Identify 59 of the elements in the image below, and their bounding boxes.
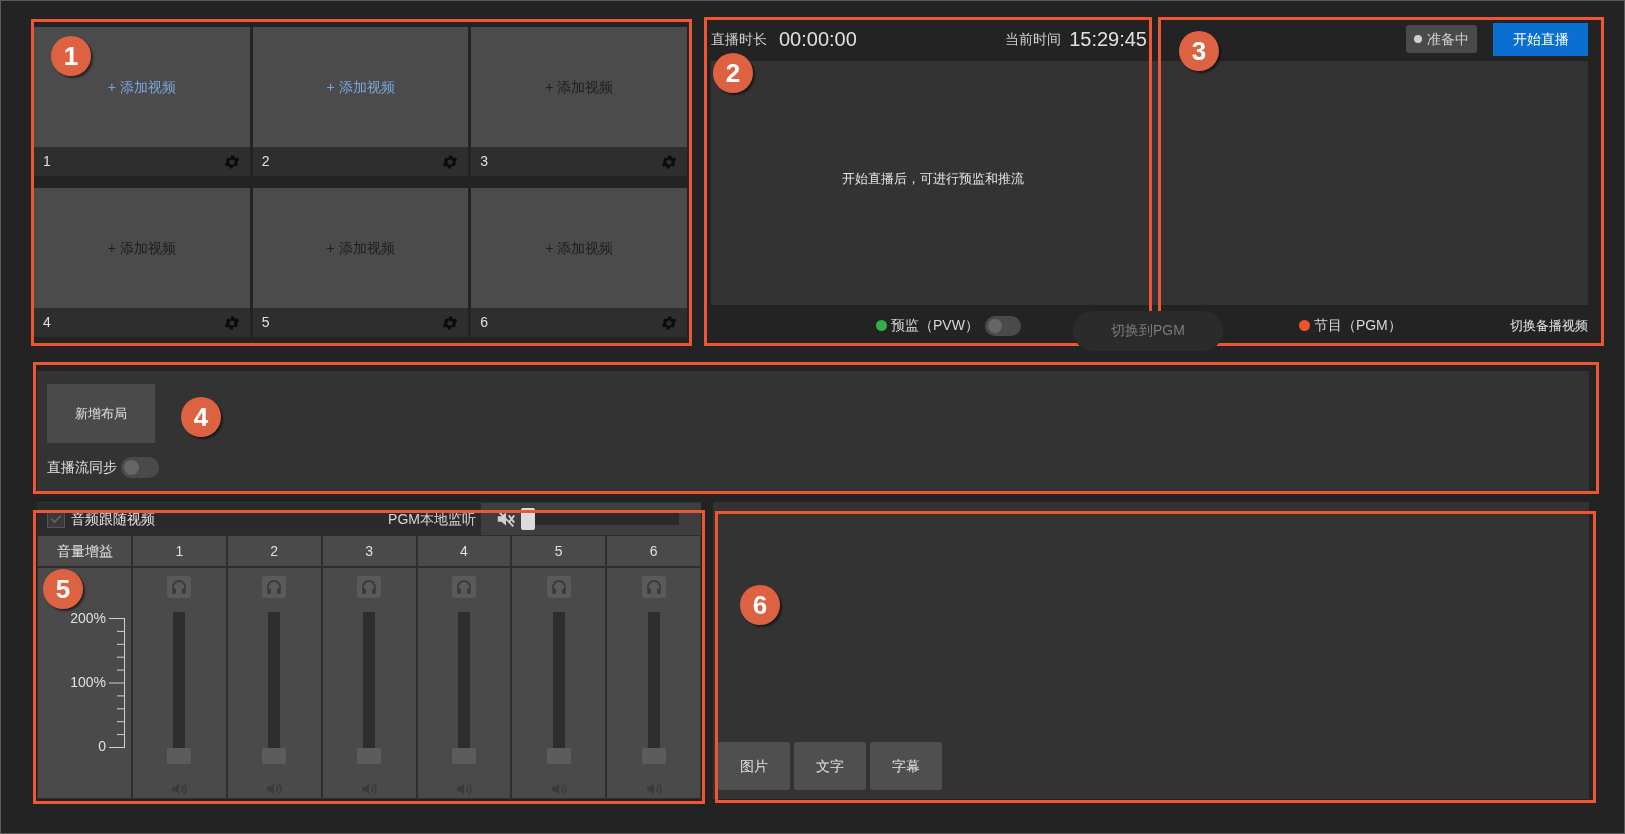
program-label: 节目（PGM）: [1313, 316, 1402, 335]
sync-toggle[interactable]: [121, 457, 159, 478]
headphone-icon[interactable]: [451, 576, 476, 598]
preview-label: 预监（PVW）: [891, 316, 979, 335]
callout-badge: 3: [1179, 31, 1219, 71]
settings-icon[interactable]: [660, 313, 678, 332]
headphone-icon[interactable]: [167, 576, 192, 598]
duration-label: 直播时长: [711, 29, 767, 49]
volume-fader[interactable]: [546, 612, 571, 764]
column-header: 1: [133, 536, 226, 566]
column-header: 3: [322, 536, 416, 566]
headphone-icon[interactable]: [546, 576, 571, 598]
column-header: 6: [607, 536, 700, 566]
column-header: 4: [417, 536, 511, 566]
column-header: 音量增益: [38, 536, 131, 566]
switch-backup-video-button[interactable]: 切换备播视频: [1510, 315, 1588, 336]
slot-number: 5: [261, 313, 270, 332]
headphone-icon[interactable]: [641, 576, 666, 598]
monitor-label: PGM本地监听: [388, 509, 476, 529]
scale-label: 0: [98, 738, 106, 754]
volume-fader[interactable]: [641, 612, 666, 764]
sync-label: 直播流同步: [47, 458, 117, 477]
slot-number: 2: [261, 152, 270, 171]
headphone-icon[interactable]: [357, 576, 382, 598]
slot-number: 6: [480, 313, 489, 332]
settings-icon[interactable]: [441, 152, 460, 171]
scale-label: 200%: [70, 610, 106, 626]
add-video-link[interactable]: + 添加视频: [326, 76, 395, 98]
callout-badge: 2: [713, 53, 753, 93]
add-layout-button[interactable]: 新增布局: [47, 384, 155, 443]
clock-value: 15:29:45: [1069, 27, 1147, 52]
status-badge: 准备中: [1406, 25, 1477, 53]
overlay-type-button[interactable]: 图片: [718, 742, 790, 790]
follow-video-label: 音频跟随视频: [71, 509, 155, 529]
start-live-button[interactable]: 开始直播: [1493, 22, 1588, 56]
slot-number: 3: [480, 152, 489, 171]
column-header: 2: [227, 536, 321, 566]
video-slot[interactable]: + 添加视频: [252, 27, 469, 147]
add-video-link[interactable]: + 添加视频: [107, 76, 176, 98]
preview-toggle[interactable]: [984, 315, 1021, 336]
overlay-type-button[interactable]: 字幕: [870, 742, 942, 790]
clock-label: 当前时间: [1005, 29, 1062, 49]
scale-label: 100%: [70, 674, 106, 690]
volume-fader[interactable]: [357, 612, 382, 764]
slot-number: 1: [43, 152, 51, 171]
volume-fader[interactable]: [167, 612, 192, 764]
preview-message: 开始直播后，可进行预监和推流: [842, 170, 1024, 189]
duration-value: 00:00:00: [779, 27, 857, 52]
column-header: 5: [512, 536, 606, 566]
settings-icon[interactable]: [660, 152, 678, 171]
headphone-icon[interactable]: [262, 576, 287, 598]
settings-icon[interactable]: [441, 313, 460, 332]
volume-fader[interactable]: [451, 612, 476, 764]
monitor-slider[interactable]: [521, 508, 679, 530]
overlay-type-button[interactable]: 文字: [794, 742, 866, 790]
settings-icon[interactable]: [222, 313, 241, 332]
volume-fader[interactable]: [262, 612, 287, 764]
slot-number: 4: [43, 313, 51, 332]
settings-icon[interactable]: [222, 152, 241, 171]
